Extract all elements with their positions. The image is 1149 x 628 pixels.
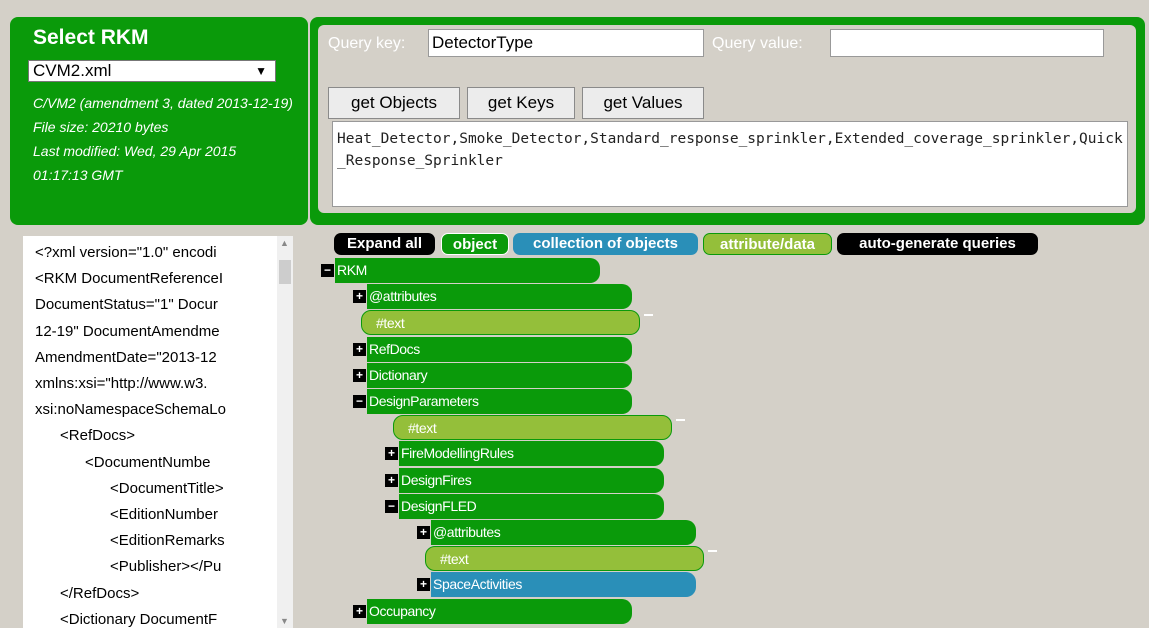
- tree-node-designparameters[interactable]: DesignParameters: [367, 389, 632, 414]
- expand-icon[interactable]: +: [417, 526, 430, 539]
- tree-node-designfires[interactable]: DesignFires: [399, 468, 664, 493]
- data-line-marker: [676, 419, 685, 421]
- xml-source-line: xmlns:xsi="http://www.w3.: [35, 375, 208, 393]
- expand-icon[interactable]: +: [353, 369, 366, 382]
- tree-node-text[interactable]: #text: [425, 546, 704, 571]
- query-panel: Query key: DetectorType Query value: get…: [310, 17, 1145, 225]
- expand-icon[interactable]: +: [353, 343, 366, 356]
- data-line-marker: [644, 314, 653, 316]
- get-objects-button[interactable]: get Objects: [328, 87, 460, 119]
- rkm-file-select[interactable]: CVM2.xml ▼: [28, 60, 276, 82]
- tree-node-spaceactivities[interactable]: SpaceActivities: [431, 572, 696, 597]
- expand-icon[interactable]: +: [353, 605, 366, 618]
- scroll-down-icon[interactable]: ▼: [280, 616, 289, 626]
- auto-generate-queries-button[interactable]: auto-generate queries: [837, 233, 1038, 255]
- tree-node-attributes[interactable]: @attributes: [367, 284, 632, 309]
- legend-object: object: [441, 233, 509, 255]
- tree-node-text[interactable]: #text: [361, 310, 640, 335]
- tree-node-firemodellingrules[interactable]: FireModellingRules: [399, 441, 664, 466]
- query-key-input[interactable]: DetectorType: [428, 29, 704, 57]
- xml-source-line: <?xml version="1.0" encodi: [35, 244, 217, 261]
- expand-all-button[interactable]: Expand all: [334, 233, 435, 255]
- tree-node-rkm[interactable]: RKM: [335, 258, 600, 283]
- rkm-file-size: File size: 20210 bytes: [33, 119, 169, 135]
- query-value-input[interactable]: [830, 29, 1104, 57]
- xml-source-line: <DocumentTitle>: [35, 479, 224, 497]
- tree-node-designfled[interactable]: DesignFLED: [399, 494, 664, 519]
- expand-icon[interactable]: +: [385, 447, 398, 460]
- expand-icon[interactable]: +: [353, 290, 366, 303]
- legend-collection: collection of objects: [513, 233, 698, 255]
- scroll-thumb[interactable]: [279, 260, 291, 284]
- tree-node-refdocs[interactable]: RefDocs: [367, 337, 632, 362]
- query-key-label: Query key:: [328, 35, 406, 52]
- xml-source-line: <RKM DocumentReferenceI: [35, 270, 223, 288]
- rkm-panel: Select RKM CVM2.xml ▼ C/VM2 (amendment 3…: [10, 17, 308, 225]
- rkm-description: C/VM2 (amendment 3, dated 2013-12-19): [33, 95, 293, 111]
- chevron-down-icon[interactable]: ▼: [255, 61, 267, 81]
- query-inner: Query key: DetectorType Query value: get…: [318, 25, 1136, 213]
- xml-scrollbar[interactable]: ▲ ▼: [277, 236, 293, 628]
- xml-source-line: AmendmentDate="2013-12: [35, 348, 217, 366]
- get-keys-button[interactable]: get Keys: [467, 87, 575, 119]
- collapse-icon[interactable]: −: [353, 395, 366, 408]
- xml-source-line: <RefDocs>: [35, 427, 136, 445]
- query-value-label: Query value:: [712, 35, 803, 52]
- data-line-marker: [708, 550, 717, 552]
- xml-source-line: </RefDocs>: [35, 584, 140, 602]
- expand-icon[interactable]: +: [417, 578, 430, 591]
- xml-source-line: <DocumentNumbe: [35, 453, 211, 471]
- xml-source-panel[interactable]: <?xml version="1.0" encodi <RKM DocumentR…: [23, 236, 293, 628]
- collapse-icon[interactable]: −: [321, 264, 334, 277]
- tree-node-occupancy[interactable]: Occupancy: [367, 599, 632, 624]
- collapse-icon[interactable]: −: [385, 500, 398, 513]
- rkm-file-info: C/VM2 (amendment 3, dated 2013-12-19) Fi…: [33, 91, 293, 187]
- xml-source-line: 12-19" DocumentAmendme: [35, 322, 220, 340]
- xml-source-line: <EditionNumber: [35, 506, 218, 524]
- tree-node-attributes[interactable]: @attributes: [431, 520, 696, 545]
- query-results-textarea[interactable]: Heat_Detector,Smoke_Detector,Standard_re…: [332, 121, 1128, 207]
- xml-source-line: <Publisher></Pu: [35, 558, 222, 576]
- xml-source-line: <Dictionary DocumentF: [35, 610, 218, 628]
- xml-source-line: DocumentStatus="1" Docur: [35, 296, 218, 314]
- xml-source-lines: <?xml version="1.0" encodi <RKM DocumentR…: [35, 240, 281, 628]
- tree-node-dictionary[interactable]: Dictionary: [367, 363, 632, 388]
- xml-source-line: xsi:noNamespaceSchemaLo: [35, 401, 226, 419]
- scroll-up-icon[interactable]: ▲: [280, 238, 289, 248]
- legend-attribute: attribute/data: [703, 233, 832, 255]
- xml-source-line: <EditionRemarks: [35, 532, 225, 550]
- tree-node-text[interactable]: #text: [393, 415, 672, 440]
- rkm-last-modified: Last modified: Wed, 29 Apr 2015 01:17:13…: [33, 143, 237, 183]
- expand-icon[interactable]: +: [385, 474, 398, 487]
- get-values-button[interactable]: get Values: [582, 87, 704, 119]
- rkm-title: Select RKM: [33, 26, 149, 49]
- rkm-file-select-value: CVM2.xml: [33, 61, 112, 80]
